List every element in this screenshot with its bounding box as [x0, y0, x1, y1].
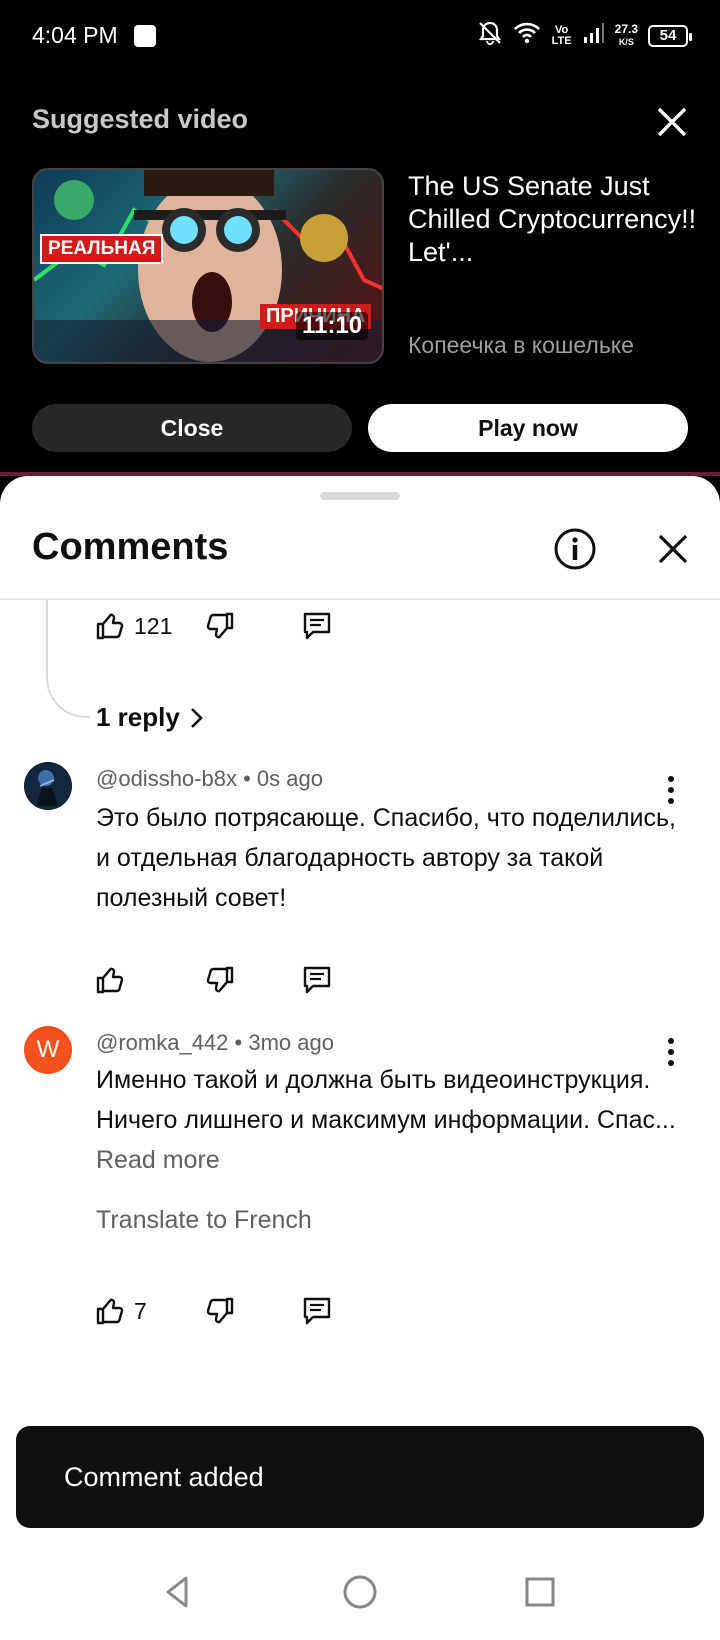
thumbs-up-icon: [96, 613, 124, 640]
comment-icon: [303, 966, 331, 994]
comment-meta: @romka_442 • 3mo ago: [96, 1030, 334, 1056]
thumbs-down-icon: [206, 612, 234, 639]
volte-label: Vo LTE: [551, 23, 572, 47]
thumbs-down-icon: [206, 966, 234, 993]
thumbs-up-icon: [96, 1298, 124, 1325]
comment-time: 0s ago: [256, 766, 323, 791]
bell-muted-icon: [477, 20, 503, 51]
suggested-video-panel: Suggested video РЕАЛЬНАЯ ПРИЧИНА 11:10 T…: [0, 72, 720, 472]
network-speed: 27.3 K/S: [615, 23, 638, 48]
like-count: 121: [134, 612, 173, 639]
comment-author[interactable]: @romka_442: [96, 1030, 228, 1055]
meta-separator: •: [236, 766, 257, 791]
reply-button[interactable]: [300, 609, 334, 643]
thumbs-up-icon: [96, 967, 124, 994]
snackbar-text: Comment added: [64, 1462, 264, 1492]
video-thumbnail[interactable]: РЕАЛЬНАЯ ПРИЧИНА 11:10: [32, 168, 384, 364]
suggested-heading: Suggested video: [32, 104, 249, 134]
wifi-icon: [513, 21, 541, 50]
back-icon[interactable]: [154, 1568, 202, 1616]
status-time: 4:04 PM: [32, 22, 118, 48]
suggested-video-title[interactable]: The US Senate Just Chilled Cryptocurrenc…: [408, 170, 698, 269]
signal-icon: [583, 22, 605, 49]
meta-separator: •: [228, 1030, 249, 1055]
reply-button[interactable]: [300, 1294, 334, 1328]
snackbar: Comment added: [16, 1426, 704, 1528]
info-icon[interactable]: [552, 526, 598, 572]
thumbnail-tag-left: РЕАЛЬНАЯ: [40, 234, 164, 264]
thread-connector: [46, 600, 90, 718]
status-bar: 4:04 PM Vo LTE 27.3 K/S 54: [0, 0, 720, 72]
status-icons: Vo LTE 27.3 K/S 54: [477, 20, 692, 51]
like-button[interactable]: 121: [94, 610, 204, 642]
comment-icon: [303, 612, 331, 640]
video-duration: 11:10: [296, 312, 369, 340]
comment-author[interactable]: @odissho-b8x: [96, 766, 237, 791]
replies-link[interactable]: 1 reply: [96, 702, 204, 733]
avatar-image: [24, 762, 72, 810]
comment-actions: [94, 960, 334, 1000]
comments-title: Comments: [32, 526, 229, 568]
like-button[interactable]: [94, 964, 204, 996]
close-icon[interactable]: [650, 526, 696, 572]
comment-icon: [303, 1297, 331, 1325]
reply-button[interactable]: [300, 963, 334, 997]
like-count: 7: [134, 1297, 147, 1324]
comment-text: Именно такой и должна быть видеоинструкц…: [96, 1060, 676, 1180]
chevron-right-icon: [190, 707, 203, 728]
header-divider: [0, 598, 720, 600]
speed-unit: K/S: [618, 37, 634, 47]
comment-body: Именно такой и должна быть видеоинструкц…: [96, 1066, 676, 1134]
like-button[interactable]: 7: [94, 1295, 204, 1327]
close-button[interactable]: Close: [32, 404, 352, 452]
suggested-channel-name[interactable]: Копеечка в кошельке: [408, 332, 634, 359]
comment-actions: 121: [94, 606, 334, 646]
notification-icon: [134, 25, 156, 47]
speed-value: 27.3: [614, 22, 638, 36]
battery-icon: 54: [648, 24, 692, 47]
thumbs-down-icon: [206, 1297, 234, 1324]
recents-icon[interactable]: [516, 1568, 564, 1616]
translate-link[interactable]: Translate to French: [96, 1206, 312, 1235]
home-icon[interactable]: [336, 1568, 384, 1616]
close-icon[interactable]: [650, 100, 694, 144]
dislike-button[interactable]: [204, 1295, 300, 1327]
avatar[interactable]: W: [24, 1026, 72, 1074]
comment-time: 3mo ago: [248, 1030, 334, 1055]
comment-actions: 7: [94, 1291, 334, 1331]
comment-text: Это было потрясающе. Спасибо, что подели…: [96, 804, 676, 912]
replies-label: 1 reply: [96, 702, 180, 732]
system-nav-bar: [0, 1544, 720, 1640]
comment-meta: @odissho-b8x • 0s ago: [96, 766, 323, 792]
dislike-button[interactable]: [204, 964, 300, 996]
avatar[interactable]: [24, 762, 72, 810]
play-now-button[interactable]: Play now: [368, 404, 688, 452]
comments-sheet: Comments 121 1 reply @odissho-b8x • 0s a…: [0, 476, 720, 1544]
read-more-link[interactable]: Read more: [96, 1146, 220, 1174]
drag-handle[interactable]: [320, 492, 400, 500]
dislike-button[interactable]: [204, 610, 300, 642]
